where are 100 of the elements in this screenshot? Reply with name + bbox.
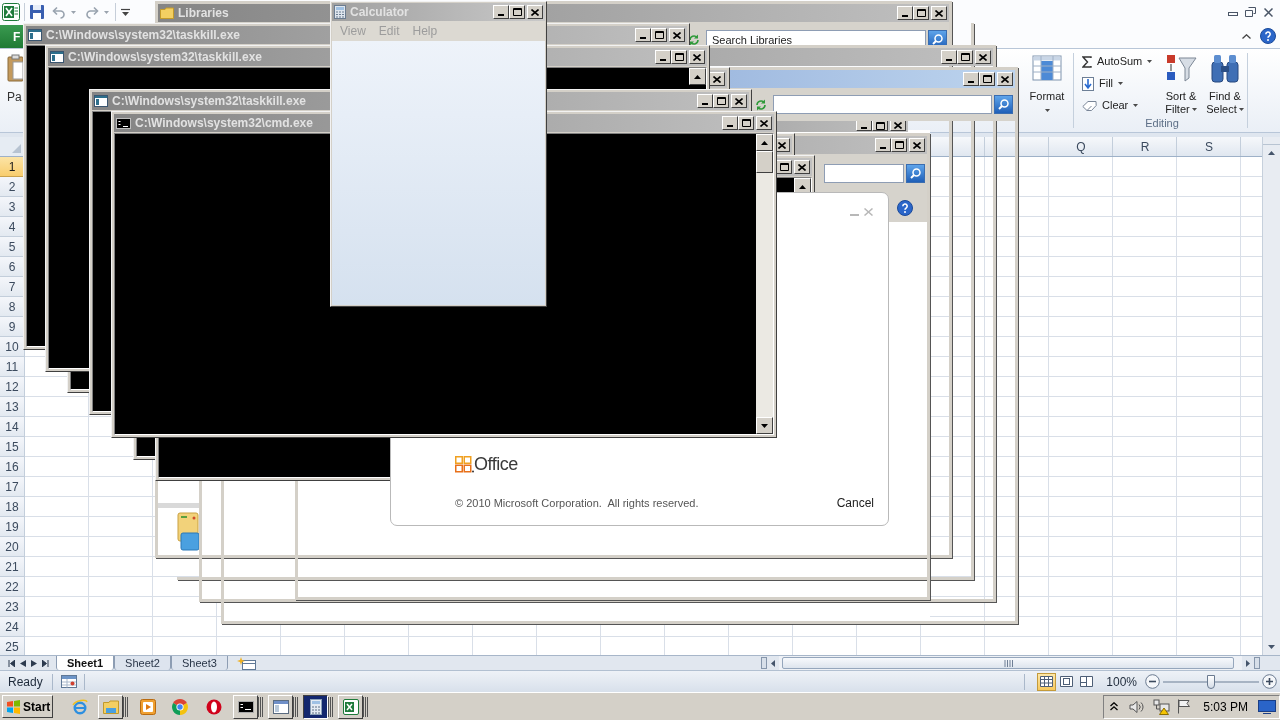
row-header[interactable]: 15 [0, 437, 25, 457]
sheet-tab[interactable]: Sheet2 [114, 656, 171, 670]
library-icon [177, 509, 199, 551]
scroll-up-button[interactable] [756, 134, 773, 151]
find-select-button[interactable]: Find & Select [1203, 52, 1247, 116]
macro-record-icon[interactable] [60, 675, 77, 688]
show-desktop-icon[interactable] [1258, 699, 1276, 714]
restore-icon[interactable] [1245, 7, 1256, 17]
minimize-icon [880, 146, 886, 149]
zoom-slider[interactable] [1163, 674, 1259, 689]
last-sheet-icon[interactable] [41, 659, 49, 667]
split-handle[interactable] [761, 657, 767, 669]
close-icon [693, 53, 701, 61]
row-header[interactable]: 18 [0, 497, 25, 517]
close-icon [979, 53, 987, 61]
sheet-tab[interactable]: Sheet1 [56, 656, 115, 670]
column-header[interactable]: Q [1049, 137, 1113, 156]
down-arrow-icon [761, 423, 768, 428]
row-header[interactable]: 13 [0, 397, 25, 417]
cancel-button[interactable]: Cancel [836, 496, 874, 510]
window-title: C:\Windows\system32\taskkill.exe [112, 94, 306, 108]
flag-icon[interactable] [1177, 699, 1192, 714]
search-button[interactable] [906, 164, 925, 183]
help-icon[interactable] [897, 199, 913, 216]
speaker-icon[interactable] [1129, 699, 1146, 714]
row-header[interactable]: 19 [0, 517, 25, 537]
row-header[interactable]: 10 [0, 337, 25, 357]
zoom-slider-thumb[interactable] [1207, 674, 1215, 689]
close-icon [760, 119, 768, 127]
taskbar-button[interactable] [303, 694, 328, 719]
fill-button[interactable]: Fill [1082, 74, 1159, 93]
next-sheet-icon[interactable] [30, 659, 37, 667]
previous-sheet-icon[interactable] [19, 659, 26, 667]
row-header[interactable]: 21 [0, 557, 25, 577]
customize-toolbar-icon[interactable] [121, 7, 130, 17]
zoom-in-icon[interactable] [1262, 674, 1277, 689]
clock: 5:03 PM [1203, 699, 1248, 714]
window-title: C:\Windows\system32\taskkill.exe [68, 50, 262, 64]
minimize-button[interactable] [856, 121, 872, 131]
copyright-text: © 2010 Microsoft Corporation. All rights reserved. [455, 496, 699, 510]
search-button[interactable] [994, 95, 1013, 114]
row-header[interactable]: 20 [0, 537, 25, 557]
row-header[interactable]: 23 [0, 597, 25, 617]
windows-logo-icon [6, 699, 21, 714]
row-header[interactable]: 3 [0, 197, 25, 217]
search-field[interactable] [773, 95, 992, 114]
format-button[interactable]: Format [1026, 49, 1068, 132]
row-header[interactable]: 7 [0, 277, 25, 297]
search-field[interactable] [824, 164, 904, 183]
scroll-up-button[interactable] [689, 68, 706, 85]
close-button[interactable] [890, 121, 906, 131]
maximize-icon [982, 75, 992, 83]
row-header[interactable]: 12 [0, 377, 25, 397]
row-header[interactable]: 2 [0, 177, 25, 197]
column-header[interactable]: R [1113, 137, 1177, 156]
row-header[interactable]: 11 [0, 357, 25, 377]
play-icon[interactable] [140, 698, 156, 715]
autosum-button[interactable]: AutoSum [1082, 52, 1159, 71]
row-header[interactable]: 16 [0, 457, 25, 477]
scroll-down-button[interactable] [756, 417, 773, 434]
view-button[interactable] [1037, 672, 1057, 691]
chevron-up-icon[interactable] [1242, 33, 1251, 39]
split-handle[interactable] [1254, 657, 1260, 669]
row-header[interactable]: 8 [0, 297, 25, 317]
maximize-icon [960, 53, 970, 61]
close-icon [713, 75, 721, 83]
network-warning-icon[interactable] [1153, 698, 1171, 715]
row-header[interactable]: 25 [0, 637, 25, 655]
row-header[interactable]: 17 [0, 477, 25, 497]
console-window-icon [28, 29, 42, 41]
close-icon[interactable] [1264, 7, 1273, 17]
help-icon[interactable] [1260, 28, 1276, 44]
maximize-icon [894, 141, 904, 149]
file-tab[interactable]: F [0, 25, 26, 48]
folder-icon [160, 7, 174, 19]
chevron-up-icon[interactable] [1110, 702, 1119, 711]
row-header[interactable]: 22 [0, 577, 25, 597]
round-logo-icon[interactable] [172, 698, 188, 715]
row-header[interactable]: 5 [0, 237, 25, 257]
start-button[interactable]: Start [2, 695, 53, 718]
refresh-icon[interactable] [688, 33, 700, 46]
maximize-button[interactable] [872, 121, 888, 131]
row-header[interactable]: 4 [0, 217, 25, 237]
spreadsheet-app-icon[interactable] [2, 3, 20, 21]
clear-button[interactable]: Clear [1082, 96, 1159, 115]
sort-filter-button[interactable]: Sort & Filter [1159, 52, 1203, 116]
sheet-tab[interactable]: Sheet3 [170, 656, 228, 670]
row-header[interactable]: 9 [0, 317, 25, 337]
insert-sheet-icon[interactable] [236, 656, 257, 670]
column-header[interactable]: S [1177, 137, 1241, 156]
minimize-icon[interactable] [1228, 11, 1238, 16]
row-header[interactable]: 24 [0, 617, 25, 637]
scrollbar-thumb[interactable] [782, 657, 1234, 669]
row-header[interactable]: 6 [0, 257, 25, 277]
zoom-out-icon[interactable] [1145, 674, 1160, 689]
save-icon[interactable] [29, 4, 45, 20]
ring-logo-icon[interactable] [206, 698, 222, 715]
row-header[interactable]: 14 [0, 417, 25, 437]
row-header[interactable]: 1 [0, 157, 25, 177]
first-sheet-icon[interactable] [7, 659, 15, 667]
